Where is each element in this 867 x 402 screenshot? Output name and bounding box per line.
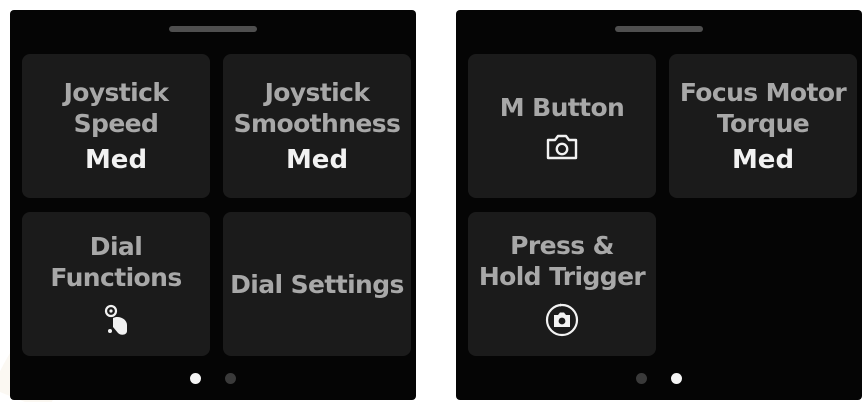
press-hold-trigger-tile[interactable]: Press & Hold Trigger [468,212,656,356]
tile-value: Med [84,145,148,175]
drag-handle[interactable] [169,26,257,32]
page-indicator [10,373,416,384]
page-dot-2[interactable] [225,373,236,384]
tile-value: Med [731,145,795,175]
drag-handle[interactable] [615,26,703,32]
tile-title: Focus Motor Torque [679,78,847,138]
page-dot-2[interactable] [671,373,682,384]
settings-screen-page-2: M Button Focus Motor Torque Med Press & … [456,10,862,400]
tile-title: Press & Hold Trigger [478,231,646,291]
page-dot-1[interactable] [190,373,201,384]
camera-icon [546,134,578,159]
tile-title: Joystick Speed [63,78,169,138]
joystick-speed-tile[interactable]: Joystick Speed Med [22,54,210,198]
tile-title: M Button [499,92,625,122]
tile-title: Dial Functions [50,232,182,292]
tile-title: Joystick Smoothness [233,78,401,138]
dial-hand-icon [104,304,127,335]
dial-functions-tile[interactable]: Dial Functions [22,212,210,356]
settings-screen-page-1: Joystick Speed Med Joystick Smoothness M… [10,10,416,400]
page-dot-1[interactable] [636,373,647,384]
dial-settings-tile[interactable]: Dial Settings [223,212,411,356]
camera-circle-icon [545,303,579,337]
page-indicator [456,373,862,384]
focus-motor-torque-tile[interactable]: Focus Motor Torque Med [669,54,857,198]
tile-title: Dial Settings [230,269,404,299]
joystick-smoothness-tile[interactable]: Joystick Smoothness Med [223,54,411,198]
tile-value: Med [285,145,349,175]
m-button-tile[interactable]: M Button [468,54,656,198]
